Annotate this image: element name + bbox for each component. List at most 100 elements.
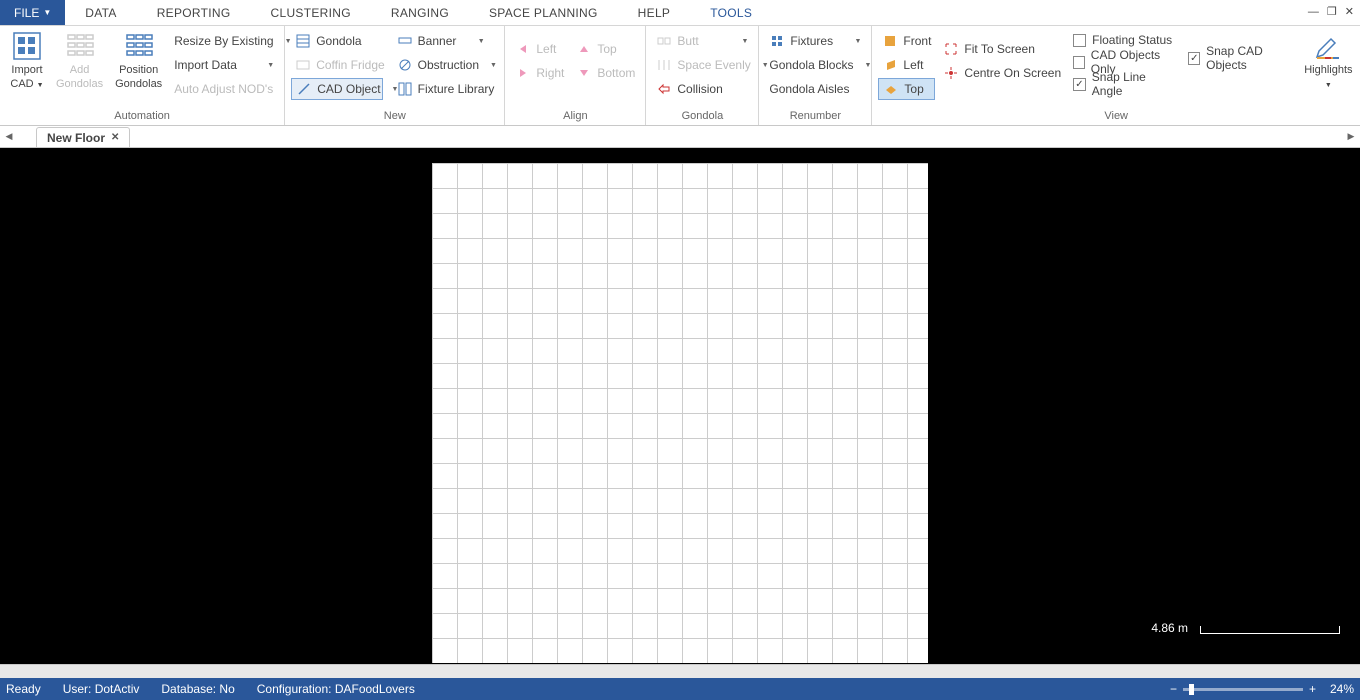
horizontal-scrollbar[interactable] — [0, 664, 1360, 678]
collision-label: Collision — [677, 82, 722, 96]
arrow-left-icon — [515, 41, 531, 57]
gondola-button[interactable]: Gondola — [291, 30, 388, 52]
tab-help[interactable]: HELP — [618, 0, 691, 25]
top-view-button[interactable]: Top — [878, 78, 935, 100]
align-right-label: Right — [536, 66, 564, 80]
zoom-control[interactable]: − + 24% — [1170, 682, 1354, 696]
floating-status-checkbox[interactable]: Floating Status — [1069, 30, 1180, 50]
import-cad-icon — [11, 30, 43, 62]
align-bottom-button[interactable]: Bottom — [572, 62, 639, 84]
auto-adjust-nods-button[interactable]: Auto Adjust NOD's — [170, 78, 278, 100]
centre-on-screen-button[interactable]: Centre On Screen — [939, 62, 1065, 84]
tab-ranging[interactable]: RANGING — [371, 0, 469, 25]
floor-grid — [432, 163, 928, 663]
zoom-level: 24% — [1330, 682, 1354, 696]
obstruction-icon — [397, 57, 413, 73]
banner-icon — [397, 33, 413, 49]
main-tab-strip: FILE ▼ DATA REPORTING CLUSTERING RANGING… — [0, 0, 1360, 26]
front-view-button[interactable]: Front — [878, 30, 935, 52]
checkbox-unchecked-icon — [1073, 56, 1085, 69]
tab-scroll-right[interactable]: ▶ — [1342, 126, 1360, 147]
caret-down-icon: ▼ — [735, 38, 748, 45]
highlights-icon — [1312, 30, 1344, 62]
close-icon[interactable]: ✕ — [1345, 7, 1354, 18]
add-gondolas-label: Add Gondolas — [56, 64, 103, 92]
status-bar: Ready User: DotActiv Database: No Config… — [0, 678, 1360, 700]
arrow-right-icon — [515, 65, 531, 81]
import-data-button[interactable]: Import Data ▼ — [170, 54, 278, 76]
minimize-icon[interactable]: — — [1308, 7, 1319, 18]
status-ready: Ready — [6, 682, 41, 696]
butt-button[interactable]: Butt ▼ — [652, 30, 752, 52]
group-new-label: New — [289, 108, 500, 125]
fixtures-icon — [769, 33, 785, 49]
caret-down-icon: ▼ — [472, 38, 485, 45]
tab-data[interactable]: DATA — [65, 0, 136, 25]
left-view-button[interactable]: Left — [878, 54, 935, 76]
tab-reporting[interactable]: REPORTING — [137, 0, 251, 25]
align-right-button[interactable]: Right — [511, 62, 568, 84]
collision-button[interactable]: Collision — [652, 78, 752, 100]
zoom-out-icon[interactable]: − — [1170, 682, 1177, 696]
status-user: User: DotActiv — [63, 682, 140, 696]
group-gondola-label: Gondola — [650, 108, 754, 125]
zoom-in-icon[interactable]: + — [1309, 682, 1316, 696]
fit-to-screen-label: Fit To Screen — [964, 42, 1034, 56]
fit-to-screen-button[interactable]: Fit To Screen — [939, 38, 1065, 60]
group-view: Front Left Top Fit To Screen C — [872, 26, 1360, 125]
align-top-button[interactable]: Top — [572, 38, 639, 60]
butt-icon — [656, 33, 672, 49]
resize-by-existing-button[interactable]: Resize By Existing ▼ — [170, 30, 278, 52]
doc-tab-new-floor[interactable]: New Floor ✕ — [36, 127, 130, 147]
space-evenly-button[interactable]: Space Evenly ▼ — [652, 54, 752, 76]
snap-cad-objects-label: Snap CAD Objects — [1206, 44, 1295, 72]
left-view-label: Left — [903, 58, 923, 72]
gondola-blocks-button[interactable]: Gondola Blocks ▼ — [765, 54, 865, 76]
auto-adjust-nods-label: Auto Adjust NOD's — [174, 82, 273, 96]
position-gondolas-button[interactable]: Position Gondolas — [109, 28, 168, 94]
restore-icon[interactable]: ❐ — [1327, 7, 1337, 18]
gondola-aisles-button[interactable]: Gondola Aisles — [765, 78, 865, 100]
top-view-label: Top — [904, 82, 923, 96]
tab-file[interactable]: FILE ▼ — [0, 0, 65, 25]
tab-scroll-left[interactable]: ◀ — [0, 126, 18, 147]
gondola-blocks-label: Gondola Blocks — [769, 58, 853, 72]
arrow-up-icon — [576, 41, 592, 57]
caret-down-icon: ▼ — [858, 62, 871, 69]
cad-object-button[interactable]: CAD Object ▼ — [291, 78, 383, 100]
checkbox-unchecked-icon — [1073, 34, 1086, 47]
tab-tools[interactable]: TOOLS — [690, 0, 772, 25]
top-view-icon — [883, 81, 899, 97]
coffin-fridge-button[interactable]: Coffin Fridge — [291, 54, 388, 76]
obstruction-button[interactable]: Obstruction ▼ — [393, 54, 489, 76]
align-left-button[interactable]: Left — [511, 38, 568, 60]
resize-by-existing-label: Resize By Existing — [174, 34, 273, 48]
scale-label: 4.86 m — [1151, 621, 1188, 635]
obstruction-label: Obstruction — [418, 58, 479, 72]
checkbox-checked-icon: ✓ — [1073, 78, 1086, 91]
group-new: Gondola Coffin Fridge CAD Object ▼ Banne… — [285, 26, 505, 125]
fixture-library-icon — [397, 81, 413, 97]
position-gondolas-icon — [123, 30, 155, 62]
fit-to-screen-icon — [943, 41, 959, 57]
snap-line-angle-checkbox[interactable]: ✓ Snap Line Angle — [1069, 74, 1180, 94]
position-gondolas-label: Position Gondolas — [115, 64, 162, 92]
floor-canvas[interactable]: 4.86 m — [0, 148, 1360, 664]
cad-objects-only-checkbox[interactable]: CAD Objects Only — [1069, 52, 1180, 72]
tab-clustering[interactable]: CLUSTERING — [251, 0, 371, 25]
close-tab-icon[interactable]: ✕ — [111, 132, 119, 143]
highlights-label: Highlights▼ — [1304, 64, 1352, 92]
highlights-button[interactable]: Highlights▼ — [1301, 28, 1356, 94]
snap-cad-objects-checkbox[interactable]: ✓ Snap CAD Objects — [1184, 48, 1298, 68]
fixtures-button[interactable]: Fixtures ▼ — [765, 30, 865, 52]
zoom-slider[interactable] — [1183, 688, 1303, 691]
ribbon: Import CAD ▼ Add Gondolas Position Gondo… — [0, 26, 1360, 126]
fixture-library-button[interactable]: Fixture Library — [393, 78, 499, 100]
tab-space-planning[interactable]: SPACE PLANNING — [469, 0, 618, 25]
banner-button[interactable]: Banner ▼ — [393, 30, 489, 52]
add-gondolas-button[interactable]: Add Gondolas — [50, 28, 109, 94]
import-cad-button[interactable]: Import CAD ▼ — [4, 28, 50, 94]
snap-line-angle-label: Snap Line Angle — [1092, 70, 1177, 98]
gondola-label: Gondola — [316, 34, 361, 48]
space-evenly-icon — [656, 57, 672, 73]
